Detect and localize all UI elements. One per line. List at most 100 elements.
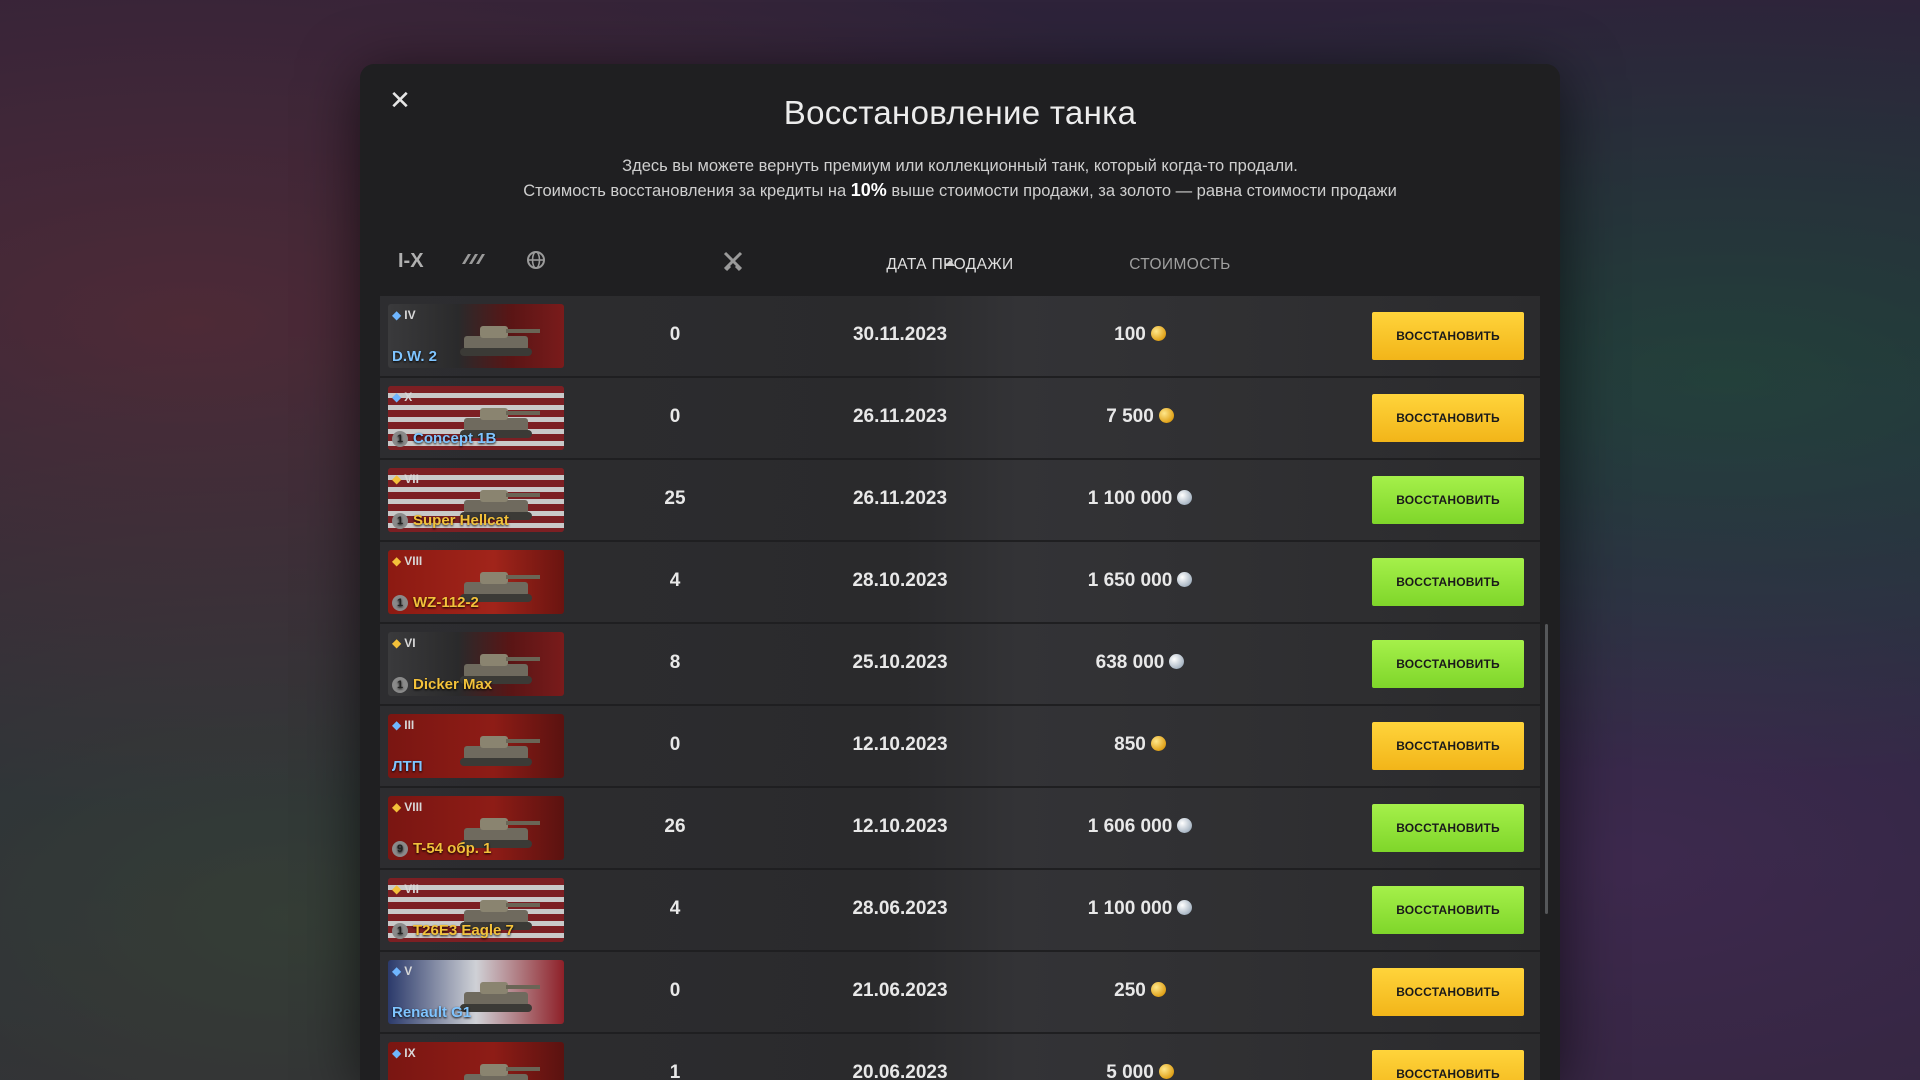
battles-count: 26 xyxy=(664,816,686,837)
tank-name: 1 WZ-112-2 xyxy=(392,594,479,611)
tier-value: VII xyxy=(404,882,419,896)
gold-coin-icon xyxy=(1150,982,1166,997)
sale-date: 12.10.2023 xyxy=(852,816,948,837)
tank-thumbnail: ◆ VIII 9 T-54 обр. 1 xyxy=(388,796,564,860)
restore-cost: 638 000 xyxy=(1040,652,1240,674)
table-row: ◆ VII 1 T26E3 Eagle 7 4 28.06.2023 1 100 0… xyxy=(380,870,1540,950)
restore-cost: 1 650 000 xyxy=(1040,570,1240,592)
tank-class-icon: ◆ xyxy=(392,554,402,568)
cost-value: 1 650 000 xyxy=(1087,570,1173,591)
sale-date: 12.10.2023 xyxy=(852,734,948,755)
modal-title: Восстановление танка xyxy=(783,94,1137,131)
globe-icon[interactable] xyxy=(526,250,546,276)
mastery-badge-icon: 1 xyxy=(392,677,408,693)
tier-label: ◆ IV xyxy=(392,308,416,322)
tank-class-icon[interactable] xyxy=(460,250,490,274)
battles-count: 0 xyxy=(669,406,681,427)
sort-by-cost-header[interactable]: СТОИМОСТЬ xyxy=(1100,256,1260,274)
tank-class-icon: ◆ xyxy=(392,308,402,322)
table-row: ◆ VIII 9 T-54 обр. 1 26 12.10.2023 1 606 0… xyxy=(380,788,1540,868)
restore-button[interactable]: ВОССТАНОВИТЬ xyxy=(1372,394,1524,442)
table-row: ◆ VIII 1 WZ-112-2 4 28.10.2023 1 650 000 В… xyxy=(380,542,1540,622)
cost-value: 638 000 xyxy=(1095,652,1165,673)
tank-name-text: D.W. 2 xyxy=(392,348,438,365)
table-row: ◆ VI 1 Dicker Max 8 25.10.2023 638 000 ВОС… xyxy=(380,624,1540,704)
tier-label: ◆ III xyxy=(392,718,414,732)
restore-button[interactable]: ВОССТАНОВИТЬ xyxy=(1372,722,1524,770)
cost-value: 850 xyxy=(1114,734,1146,755)
tank-class-icon: ◆ xyxy=(392,718,402,732)
battles-count: 0 xyxy=(669,324,681,345)
gold-coin-icon xyxy=(1158,1064,1174,1079)
description-line-2: Стоимость восстановления за кредиты на 1… xyxy=(360,178,1560,203)
sale-date: 21.06.2023 xyxy=(852,980,948,1001)
cost-value: 7 500 xyxy=(1106,406,1154,427)
tier-label: ◆ X xyxy=(392,390,412,404)
restore-cost: 7 500 xyxy=(1040,406,1240,428)
tank-name-text: Super Hellcat xyxy=(413,512,509,529)
restore-button[interactable]: ВОССТАНОВИТЬ xyxy=(1372,1050,1524,1080)
mastery-badge-icon: 1 xyxy=(392,431,408,447)
description-text: выше стоимости продажи, за золото — равн… xyxy=(886,182,1397,200)
gold-coin-icon xyxy=(1158,408,1174,423)
tier-value: IX xyxy=(404,1046,416,1060)
crossed-swords-icon[interactable] xyxy=(722,250,744,278)
restore-button[interactable]: ВОССТАНОВИТЬ xyxy=(1372,804,1524,852)
tank-name: 1 Concept 1B xyxy=(392,430,496,447)
tier-value: VII xyxy=(404,472,419,486)
restore-button[interactable]: ВОССТАНОВИТЬ xyxy=(1372,968,1524,1016)
tank-name: 1 Super Hellcat xyxy=(392,512,509,529)
tier-label: ◆ VIII xyxy=(392,800,422,814)
sort-by-date-header[interactable]: ДАТА ПРОДАЖИ xyxy=(870,256,1030,274)
restore-button[interactable]: ВОССТАНОВИТЬ xyxy=(1372,312,1524,360)
tier-label: ◆ VIII xyxy=(392,554,422,568)
battles-count: 1 xyxy=(669,1062,681,1080)
restore-button[interactable]: ВОССТАНОВИТЬ xyxy=(1372,476,1524,524)
tank-class-icon: ◆ xyxy=(392,636,402,650)
tier-value: V xyxy=(404,964,413,978)
sold-tanks-list: ◆ IV D.W. 2 0 30.11.2023 100 ВОССТАНОВИТЬ… xyxy=(380,296,1540,1080)
restore-button[interactable]: ВОССТАНОВИТЬ xyxy=(1372,640,1524,688)
silver-coin-icon xyxy=(1177,818,1193,833)
sale-date: 20.06.2023 xyxy=(852,1062,948,1080)
tank-name-text: Renault G1 xyxy=(392,1004,472,1021)
tank-class-icon: ◆ xyxy=(392,1046,402,1060)
tank-class-icon: ◆ xyxy=(392,800,402,814)
mastery-badge-icon: 9 xyxy=(392,841,408,857)
battles-count: 4 xyxy=(669,570,681,591)
tier-filter-button[interactable]: I-X xyxy=(398,250,424,273)
sale-date: 26.11.2023 xyxy=(852,406,948,427)
tank-name-text: WZ-112-2 xyxy=(413,594,479,611)
mastery-badge-icon: 1 xyxy=(392,595,408,611)
restore-button[interactable]: ВОССТАНОВИТЬ xyxy=(1372,558,1524,606)
description-text: Стоимость восстановления за кредиты на xyxy=(523,182,851,200)
tier-label: ◆ IX xyxy=(392,1046,416,1060)
tank-image xyxy=(460,736,540,766)
restore-cost: 1 100 000 xyxy=(1040,488,1240,510)
gold-coin-icon xyxy=(1150,736,1166,751)
battles-count: 25 xyxy=(664,488,686,509)
sale-date: 26.11.2023 xyxy=(852,488,948,509)
tier-value: VI xyxy=(404,636,416,650)
tank-class-icon: ◆ xyxy=(392,472,402,486)
tank-name: ЛТП xyxy=(392,758,422,775)
tier-value: X xyxy=(404,390,413,404)
restore-cost: 5 000 xyxy=(1040,1062,1240,1080)
cost-value: 5 000 xyxy=(1106,1062,1154,1080)
battles-count: 0 xyxy=(669,734,681,755)
modal-description: Здесь вы можете вернуть премиум или колл… xyxy=(360,154,1560,203)
restore-cost: 1 606 000 xyxy=(1040,816,1240,838)
table-row: ◆ VII 1 Super Hellcat 25 26.11.2023 1 100 … xyxy=(380,460,1540,540)
silver-coin-icon xyxy=(1177,900,1193,915)
restore-tank-modal: ✕ Восстановление танка Здесь вы можете в… xyxy=(360,64,1560,1080)
table-row: ◆ III ЛТП 0 12.10.2023 850 ВОССТАНОВИТЬ xyxy=(380,706,1540,786)
tank-thumbnail: ◆ VIII 1 WZ-112-2 xyxy=(388,550,564,614)
tank-name-text: T26E3 Eagle 7 xyxy=(413,922,514,939)
scrollbar[interactable] xyxy=(1545,624,1548,914)
tank-name-text: Dicker Max xyxy=(413,676,493,693)
tank-thumbnail: ◆ IX xyxy=(388,1042,564,1080)
mastery-badge-icon: 1 xyxy=(392,923,408,939)
tank-name: Renault G1 xyxy=(392,1004,471,1021)
tier-label: ◆ VI xyxy=(392,636,416,650)
restore-button[interactable]: ВОССТАНОВИТЬ xyxy=(1372,886,1524,934)
